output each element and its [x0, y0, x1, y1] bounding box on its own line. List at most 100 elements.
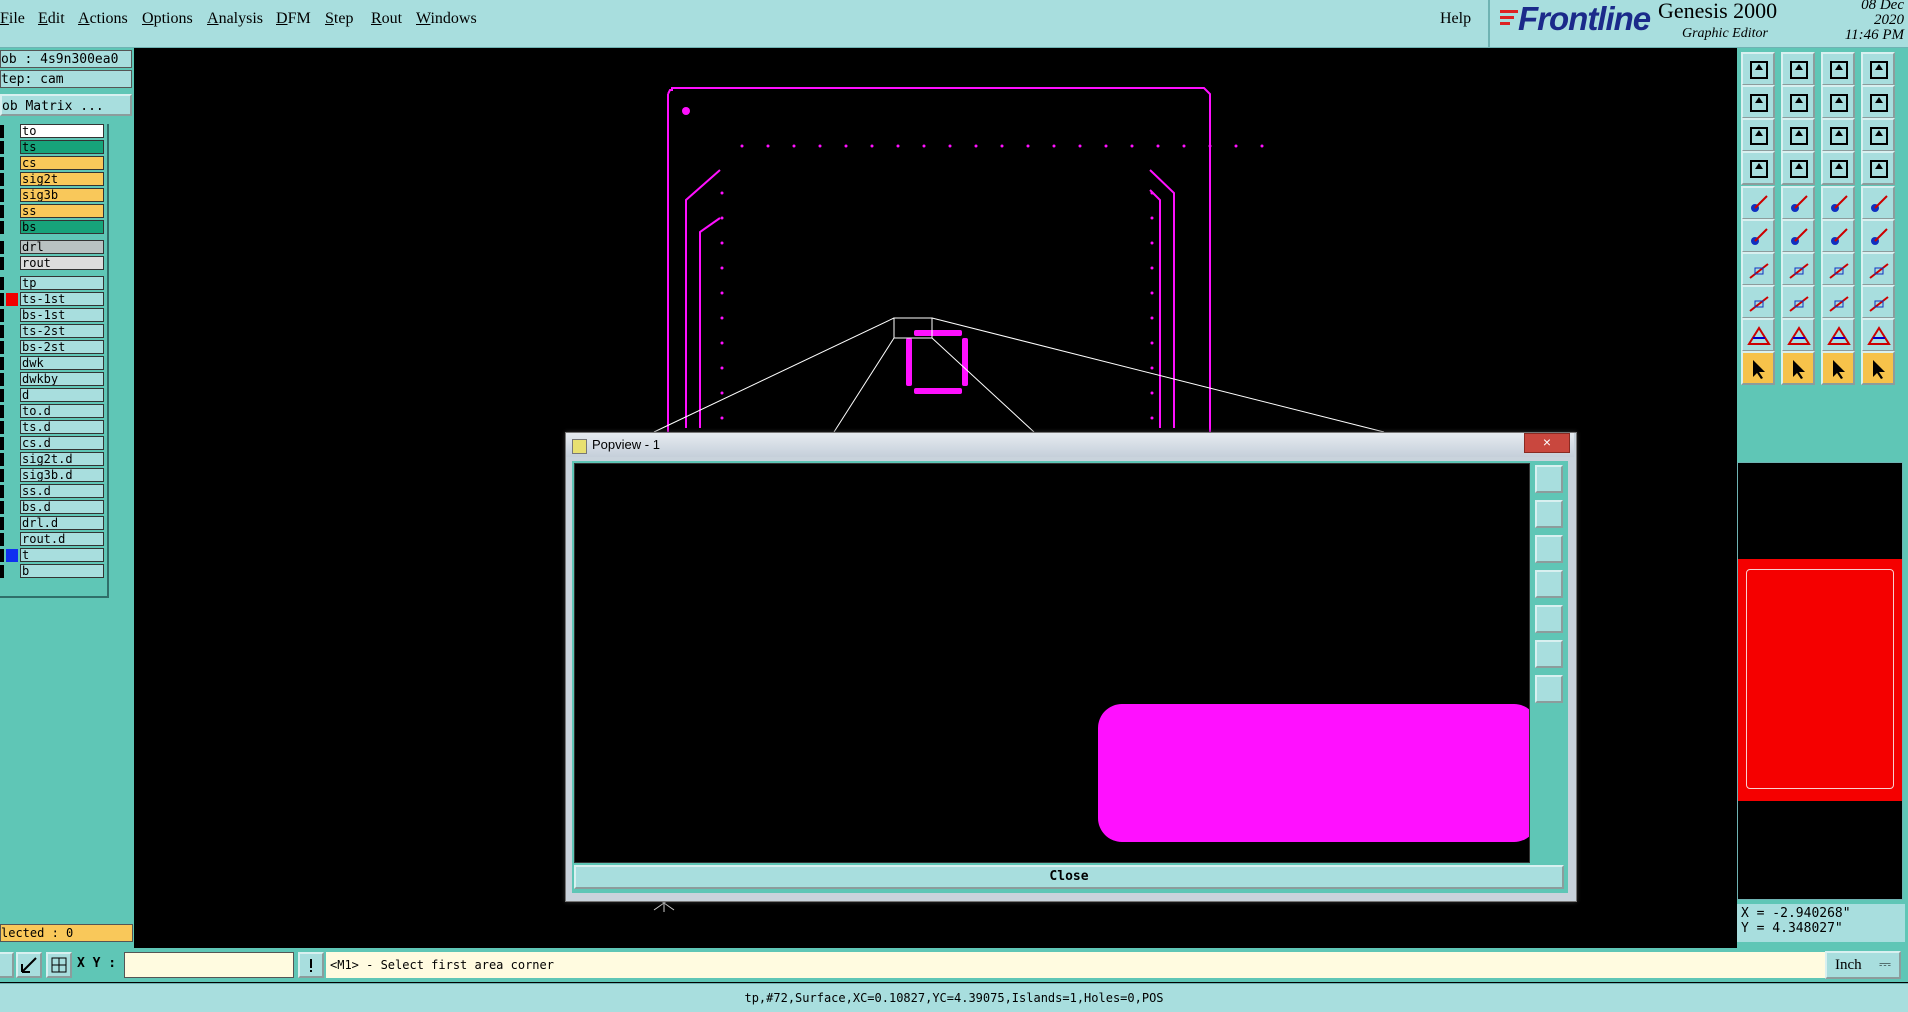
- layer-row[interactable]: dwk: [0, 356, 104, 370]
- layer-display-toggle[interactable]: [0, 517, 4, 530]
- layer-row[interactable]: ss.d: [0, 484, 104, 498]
- layer-row[interactable]: ts.d: [0, 420, 104, 434]
- xy-input[interactable]: [124, 952, 294, 978]
- layer-row[interactable]: cs.d: [0, 436, 104, 450]
- pointer-3-icon[interactable]: [1821, 351, 1855, 385]
- zoom-window-icon[interactable]: [1781, 52, 1815, 86]
- cut-line-icon[interactable]: [1781, 285, 1815, 319]
- grid-icon[interactable]: [46, 952, 72, 978]
- layer-row[interactable]: bs-1st: [0, 308, 104, 322]
- layer-display-toggle[interactable]: [0, 405, 4, 418]
- fit-profile-icon[interactable]: [1781, 118, 1815, 152]
- popview-pan-up-icon[interactable]: [1535, 500, 1563, 528]
- pointer-2-icon[interactable]: [1781, 351, 1815, 385]
- layer-row[interactable]: bs.d: [0, 500, 104, 514]
- pointer-icon[interactable]: [1741, 351, 1775, 385]
- layer-row[interactable]: sig2t: [0, 172, 104, 186]
- zoom-step-icon[interactable]: [1821, 52, 1855, 86]
- menu-help[interactable]: Help: [1440, 10, 1471, 28]
- delete-feature-icon[interactable]: [1781, 219, 1815, 253]
- layer-row[interactable]: dwkby: [0, 372, 104, 386]
- layer-display-toggle[interactable]: [0, 501, 4, 514]
- menu-dfm[interactable]: DFM: [276, 10, 311, 28]
- layer-display-toggle[interactable]: [0, 453, 4, 466]
- layer-row[interactable]: tp: [0, 276, 104, 290]
- overview-map[interactable]: [1737, 462, 1903, 900]
- layer-display-toggle[interactable]: [0, 309, 4, 322]
- layer-display-toggle[interactable]: [0, 533, 4, 546]
- menu-windows[interactable]: Windows: [416, 10, 477, 28]
- redraw-icon[interactable]: [1861, 85, 1895, 119]
- menu-edit[interactable]: Edit: [38, 10, 65, 28]
- route-select-2-icon[interactable]: [1861, 219, 1895, 253]
- layer-row[interactable]: t: [0, 548, 104, 562]
- layer-row[interactable]: drl: [0, 240, 104, 254]
- layer-display-toggle[interactable]: [0, 437, 4, 450]
- layer-compare-red-icon[interactable]: [1861, 151, 1895, 185]
- menu-step[interactable]: Step: [325, 10, 353, 28]
- layer-row[interactable]: bs-2st: [0, 340, 104, 354]
- layer-display-toggle[interactable]: [0, 293, 4, 306]
- popview-pan-left-icon[interactable]: [1535, 570, 1563, 598]
- layer-display-toggle[interactable]: [0, 389, 4, 402]
- layer-display-toggle[interactable]: [0, 357, 4, 370]
- pan-right-icon[interactable]: [1781, 85, 1815, 119]
- layer-display-toggle[interactable]: [0, 241, 4, 254]
- layer-row[interactable]: sig3b: [0, 188, 104, 202]
- net-select-icon[interactable]: [1741, 219, 1775, 253]
- pointer-4-icon[interactable]: [1861, 351, 1895, 385]
- popview-pan-right-icon[interactable]: [1535, 605, 1563, 633]
- layer-display-toggle[interactable]: [0, 157, 4, 170]
- pan-back-icon[interactable]: [1821, 85, 1855, 119]
- popview-canvas[interactable]: [574, 463, 1530, 863]
- layer-row[interactable]: rout: [0, 256, 104, 270]
- menu-options[interactable]: Options: [142, 10, 193, 28]
- toggle-icon[interactable]: [0, 952, 14, 978]
- layer-display-toggle[interactable]: [0, 341, 4, 354]
- layer-display-toggle[interactable]: [0, 277, 4, 290]
- popview-titlebar[interactable]: Popview - 1 ×: [566, 433, 1574, 457]
- home-view-icon[interactable]: [1741, 52, 1775, 86]
- units-selector[interactable]: Inch ⎓: [1825, 951, 1901, 979]
- menu-rout[interactable]: Rout: [371, 10, 402, 28]
- help-icon[interactable]: [1861, 118, 1895, 152]
- ruler-icon[interactable]: [1821, 186, 1855, 220]
- popview-zoom-in-icon[interactable]: [1535, 640, 1563, 668]
- copy-icon[interactable]: [1861, 285, 1895, 319]
- layer-row[interactable]: d: [0, 388, 104, 402]
- menu-actions[interactable]: Actions: [78, 10, 128, 28]
- layer-compare-icon[interactable]: [1821, 151, 1855, 185]
- edit-line-icon[interactable]: [1781, 252, 1815, 286]
- text-tool-icon[interactable]: [1861, 252, 1895, 286]
- triangle-icon[interactable]: [1741, 318, 1775, 352]
- popview-close-button[interactable]: Close: [574, 865, 1564, 889]
- add-line-icon[interactable]: [1741, 252, 1775, 286]
- layer-display-toggle[interactable]: [0, 257, 4, 270]
- info-icon[interactable]: [298, 952, 324, 978]
- layer-row[interactable]: cs: [0, 156, 104, 170]
- zoom-ratio-icon[interactable]: [1821, 118, 1855, 152]
- pan-left-icon[interactable]: [1741, 85, 1775, 119]
- layer-display-toggle[interactable]: [0, 205, 4, 218]
- popview-zoom-home-icon[interactable]: [1535, 465, 1563, 493]
- layer-display-toggle[interactable]: [0, 173, 4, 186]
- display-options-icon[interactable]: [1741, 151, 1775, 185]
- route-select-icon[interactable]: [1821, 219, 1855, 253]
- popview-zoom-out-icon[interactable]: [1535, 675, 1563, 703]
- layer-row[interactable]: ts-2st: [0, 324, 104, 338]
- popview-pan-down-icon[interactable]: [1535, 535, 1563, 563]
- triangle-3-icon[interactable]: [1821, 318, 1855, 352]
- layer-row[interactable]: to: [0, 124, 104, 138]
- move-icon[interactable]: [1741, 285, 1775, 319]
- fit-all-icon[interactable]: [1741, 118, 1775, 152]
- layer-display-toggle[interactable]: [0, 221, 4, 234]
- select-feature-icon[interactable]: [1781, 186, 1815, 220]
- layer-display-toggle[interactable]: [0, 189, 4, 202]
- layer-display-toggle[interactable]: [0, 421, 4, 434]
- layer-row[interactable]: ts-1st: [0, 292, 104, 306]
- layer-display-toggle[interactable]: [0, 469, 4, 482]
- layer-display-toggle[interactable]: [0, 549, 4, 562]
- layer-row[interactable]: ss: [0, 204, 104, 218]
- layer-row[interactable]: sig3b.d: [0, 468, 104, 482]
- triangle-2-icon[interactable]: [1781, 318, 1815, 352]
